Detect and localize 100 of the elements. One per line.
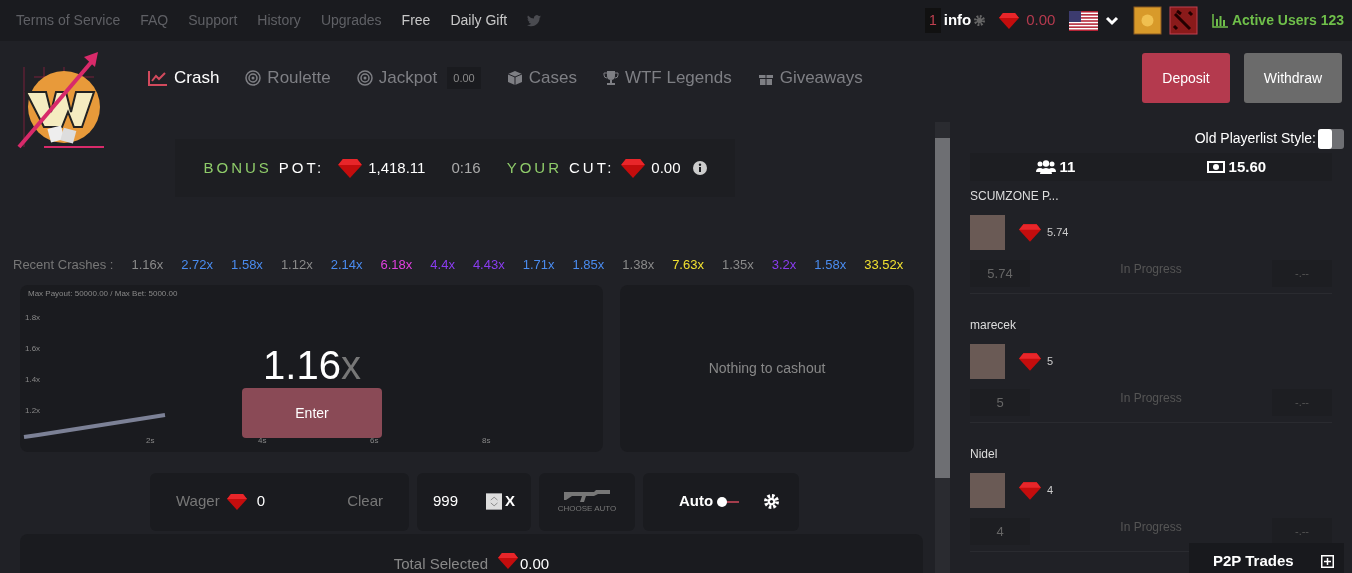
nav-tab[interactable]: Crash <box>148 65 220 91</box>
old-playerlist-toggle[interactable] <box>1318 128 1344 149</box>
player-name[interactable]: marecek <box>970 316 1332 334</box>
crash-multiplier: 4.43x <box>472 256 505 274</box>
plus-square-icon <box>1321 555 1334 568</box>
auto-label: Auto <box>679 491 714 512</box>
crash-multiplier: 1.35x <box>721 256 754 274</box>
bet-amount: 5.74 <box>970 260 1030 287</box>
crash-multiplier: 1.58x <box>231 256 263 274</box>
nav-tab[interactable]: Cases <box>506 65 577 91</box>
total-selected-label: Total Selected <box>393 553 488 573</box>
player-bet: 4 <box>1047 483 1054 499</box>
wager-label: Wager <box>176 491 220 512</box>
gem-icon <box>338 158 363 178</box>
crash-multiplier: 2.72x <box>181 256 214 274</box>
player-name[interactable]: SCUMZONE P... <box>970 187 1332 205</box>
total-selected-amount: 0.00 <box>520 553 550 573</box>
deposit-button[interactable]: Deposit <box>1142 53 1230 103</box>
dota-game-icon[interactable] <box>1169 6 1199 35</box>
p2p-trades-tab[interactable]: P2P Trades <box>1189 543 1344 573</box>
y-axis-label: 1.2x <box>25 405 41 415</box>
player-bet: 5.74 <box>1047 225 1069 241</box>
crash-multiplier: 3.2x <box>771 256 797 274</box>
gem-icon <box>226 493 247 510</box>
csgo-game-icon[interactable] <box>1133 6 1163 35</box>
banknote-icon <box>1207 161 1226 173</box>
crash-multiplier: 1.58x <box>814 256 847 274</box>
jackpot-amount: 0.00 <box>447 66 481 90</box>
gem-icon <box>621 158 646 178</box>
enter-button[interactable]: Enter <box>242 388 382 438</box>
target-icon <box>245 70 262 86</box>
gem-icon <box>498 552 518 569</box>
withdraw-button[interactable]: Withdraw <box>1244 53 1342 103</box>
scrollbar[interactable] <box>935 122 950 573</box>
top-link[interactable]: History <box>257 10 301 31</box>
nav-tab[interactable]: Roulette <box>245 65 331 91</box>
cut-label: CUT: <box>569 157 615 178</box>
top-link[interactable]: Free <box>401 10 431 31</box>
top-link[interactable]: Support <box>188 10 238 31</box>
top-link[interactable]: Terms of Service <box>16 10 121 31</box>
pot-label: POT: <box>278 157 325 178</box>
notification-count[interactable]: 1 <box>924 8 941 33</box>
crash-multiplier: 33.52x <box>864 256 904 274</box>
bet-amount: 4 <box>970 518 1030 545</box>
auto-toggle[interactable] <box>717 495 740 508</box>
avatar-placeholder <box>970 344 1005 379</box>
bet-limits: Max Payout: 50000.00 / Max Bet: 5000.00 <box>28 287 178 300</box>
x-axis-label: 8s <box>482 435 491 445</box>
crash-multiplier: 6.18x <box>380 256 413 274</box>
nav-tab[interactable]: Jackpot 0.00 <box>356 65 481 91</box>
x-axis-label: 2s <box>146 435 155 445</box>
your-cut-amount: 0.00 <box>651 157 681 178</box>
cube-icon <box>506 70 523 86</box>
nav-tab[interactable]: WTF Legends <box>602 65 732 91</box>
chevron-down-icon[interactable] <box>1105 15 1120 26</box>
trophy-icon <box>602 70 619 86</box>
avatar-placeholder <box>970 215 1005 250</box>
target-multiplier-field[interactable]: 999 <box>433 490 486 513</box>
multiplier-suffix: X <box>505 491 515 512</box>
top-link[interactable]: FAQ <box>140 10 169 31</box>
crash-multiplier: 1.12x <box>280 256 313 274</box>
crash-multiplier: 1.16x <box>131 256 164 274</box>
crash-multiplier: 7.63x <box>672 256 704 274</box>
info-link[interactable]: info <box>943 9 972 32</box>
target-icon <box>356 70 373 86</box>
top-link[interactable]: Daily Gift <box>450 10 508 31</box>
gem-icon <box>999 12 1020 29</box>
recent-crashes-label: Recent Crashes : <box>13 256 114 274</box>
y-axis-label: 1.4x <box>25 374 41 384</box>
player-bet: 5 <box>1047 354 1054 370</box>
users-icon <box>1035 160 1056 174</box>
old-playerlist-style-label: Old Playerlist Style: <box>1194 129 1316 148</box>
cashout-value: -.-- <box>1272 389 1332 416</box>
avatar-placeholder <box>970 473 1005 508</box>
current-multiplier: 1.16x <box>263 344 361 385</box>
x-axis-label: 4s <box>258 435 267 445</box>
top-link[interactable]: Upgrades <box>320 10 382 31</box>
balance-amount: 0.00 <box>1026 10 1056 31</box>
line-chart-icon <box>148 70 168 86</box>
active-users: Active Users 123 <box>1231 11 1344 30</box>
spinner-arrows-icon[interactable] <box>485 493 502 510</box>
player-name[interactable]: Nidel <box>970 445 1332 463</box>
y-axis-label: 1.6x <box>25 343 41 353</box>
gem-icon <box>1019 353 1041 372</box>
cashout-value: -.-- <box>1272 260 1332 287</box>
wager-field[interactable]: 0 <box>256 490 327 513</box>
bonus-timer: 0:16 <box>451 157 481 178</box>
info-icon[interactable] <box>692 161 707 175</box>
bonus-pot-amount: 1,418.11 <box>368 157 426 178</box>
choose-auto-button[interactable]: CHOOSE AUTO <box>539 472 635 531</box>
nav-tab[interactable]: Giveaways <box>757 65 863 91</box>
cashout-value: -.-- <box>1272 518 1332 545</box>
crash-multiplier: 2.14x <box>330 256 363 274</box>
clear-link[interactable]: Clear <box>347 490 383 513</box>
player-count: 11 <box>1059 156 1076 177</box>
y-axis-label: 1.8x <box>25 312 41 322</box>
gem-icon <box>1019 482 1041 501</box>
crash-multiplier: 1.85x <box>572 256 605 274</box>
x-axis-label: 6s <box>370 435 379 445</box>
us-flag-icon[interactable] <box>1069 10 1099 31</box>
